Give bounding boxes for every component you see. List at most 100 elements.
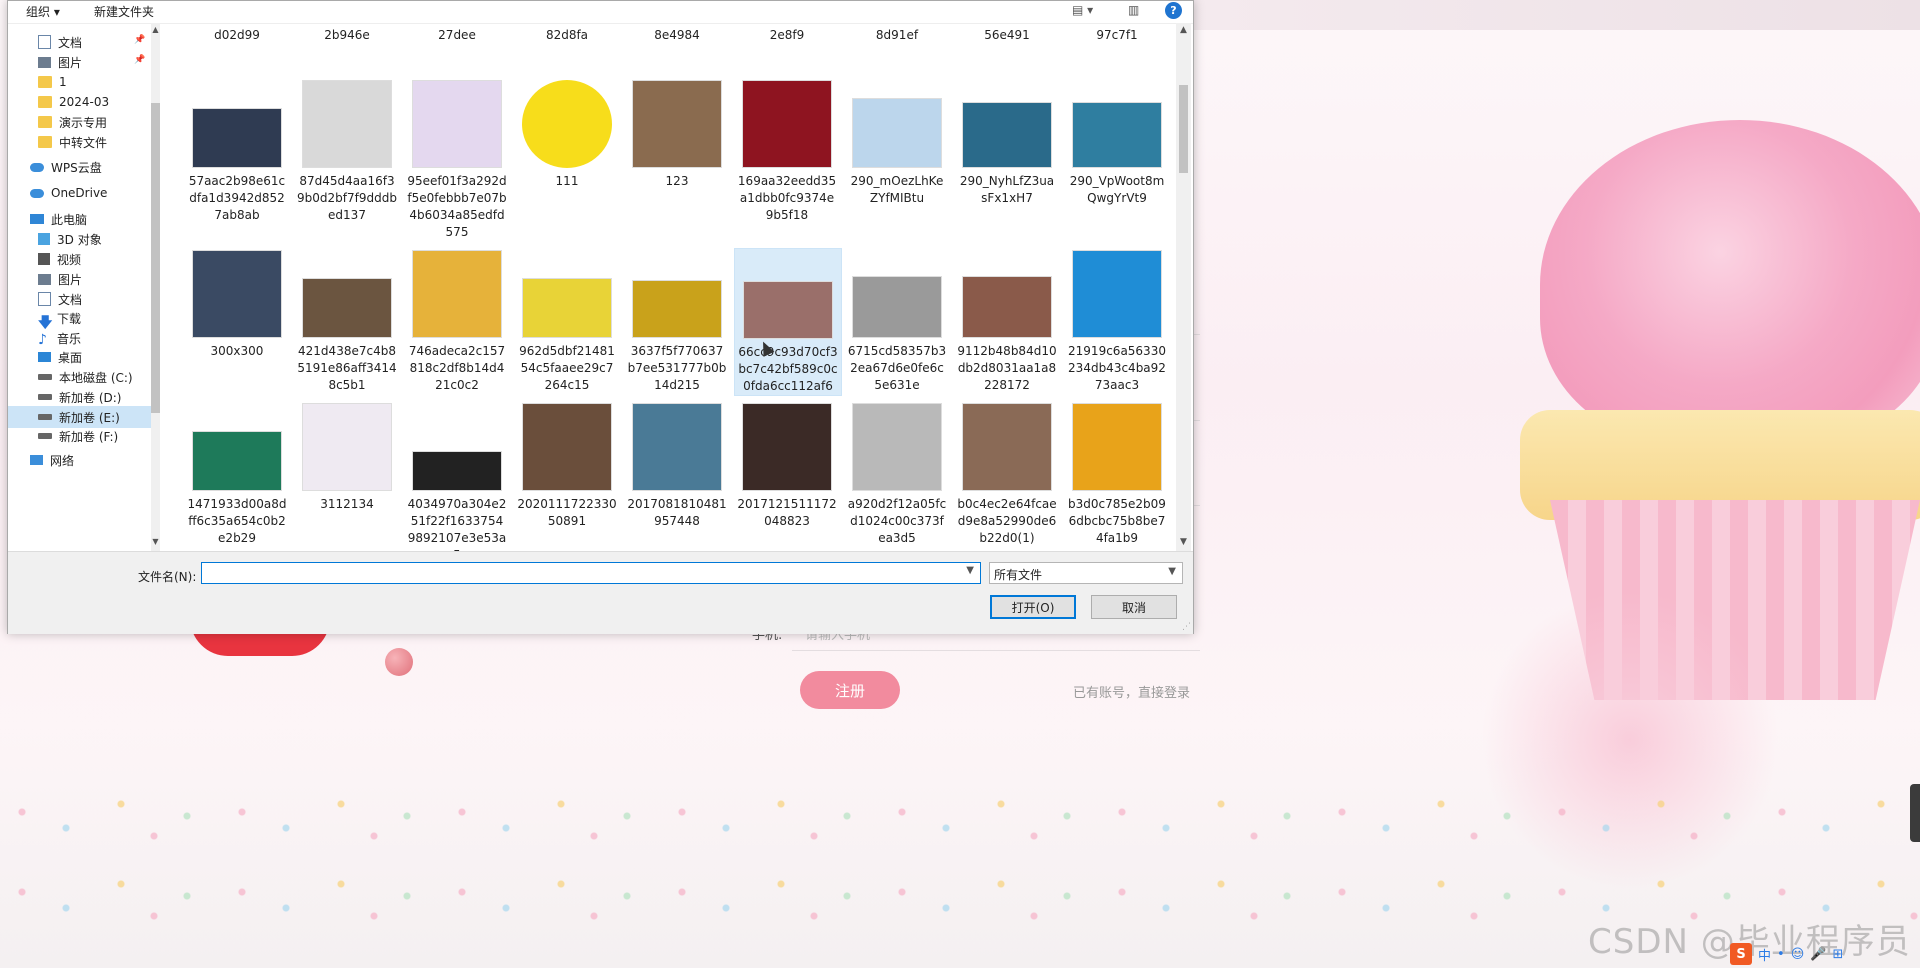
help-icon[interactable]: ? [1165,2,1182,19]
pin-icon[interactable]: 📌 [134,55,145,65]
cancel-button[interactable]: 取消 [1091,595,1177,619]
file-scroll-thumb[interactable] [1179,85,1188,173]
file-name: 421d438e7c4b85191e86aff34148c5b1 [297,344,397,392]
nav-scroll-thumb[interactable] [151,103,160,413]
file-thumbnail [632,248,722,338]
nav-item[interactable]: 中转文件 [38,131,107,153]
file-name: 300x300 [210,344,264,358]
nav-item[interactable]: 2024-03 [38,91,109,113]
nav-item[interactable]: 🡇 下载 [38,307,81,332]
nav-item-label: 网络 [50,453,75,468]
file-tile[interactable]: 21919c6a56330234db43c4ba9273aac3 [1064,248,1170,394]
image-preview [192,250,282,338]
nav-item[interactable]: 新加卷 (F:) [38,425,118,447]
image-preview [852,276,942,338]
file-tile[interactable]: 87d45d4aa16f39b0d2bf7f9dddbed137 [294,78,400,224]
nav-item[interactable]: 3D 对象 [38,228,102,250]
file-thumbnail [302,401,392,491]
file-tile[interactable]: 71abdfb2a47eb6a7d4ba6a567c82d8fa [514,23,620,44]
scroll-down-icon[interactable]: ▼ [151,537,160,546]
nav-item[interactable]: 图片 [38,268,82,290]
file-tile[interactable]: 9112b48b84d10db2d8031aa1a8228172 [954,248,1060,394]
scroll-up-icon[interactable]: ▲ [1176,25,1191,35]
emoji-icon[interactable]: ☺ [1791,947,1805,962]
file-tile[interactable]: 17b41224b9a70206f32552a39c8d91ef [844,23,950,44]
file-tile[interactable]: 66cc9c93d70cf3bc7c42bf589c0c0fda6cc112af… [734,248,842,396]
file-tile[interactable]: 746adeca2c157818c2df8b14d421c0c2 [404,248,510,394]
pin-icon[interactable]: 📌 [134,35,145,45]
file-thumbnail [522,248,612,338]
file-tile[interactable]: 300x300 [184,248,290,360]
image-preview [962,403,1052,491]
nav-item[interactable]: 本地磁盘 (C:) [38,366,133,388]
open-button[interactable]: 打开(O) [990,595,1076,619]
chevron-down-icon[interactable]: ▼ [1168,566,1176,577]
preview-pane-icon[interactable]: ▥ [1128,3,1139,17]
organize-button[interactable]: 组织 ▾ [26,3,60,20]
chevron-down-icon[interactable]: ▼ [966,565,974,576]
file-tile[interactable]: 290_VpWoot8mQwgYrVt9 [1064,78,1170,207]
nav-item[interactable]: 桌面 [38,346,82,368]
register-button[interactable]: 注册 [800,671,900,709]
cupcake-image [1480,120,1920,700]
view-options-icon[interactable]: ▤ ▾ [1072,3,1093,17]
sogou-ime-icon[interactable]: S [1730,943,1752,965]
file-tile[interactable]: 6aead15225c04f18349b44ff14827dee [404,23,510,44]
scroll-up-icon[interactable]: ▲ [151,25,160,34]
file-tile[interactable]: 2020111722330 50891 [514,401,620,530]
image-preview [742,403,832,491]
file-tile[interactable]: 5a7cbaa662134a736f4104edbad02d99 [184,23,290,44]
toolbox-icon[interactable]: ⊞ [1832,947,1843,962]
filename-input[interactable] [202,563,950,583]
file-tile[interactable]: 57aac2b98e61cdfa1d3942d8527ab8ab [184,78,290,224]
punctuation-icon[interactable]: • [1777,947,1785,962]
file-tile[interactable]: 290_mOezLhKeZYfMIBtu [844,78,950,207]
file-tile[interactable]: a920d2f12a05fcd1024c00c373fea3d5 [844,401,950,547]
file-tile[interactable]: 8f6646b70b946fa10dc5b6e89c8e4984 [624,23,730,44]
nav-item[interactable]: 1 [38,71,67,93]
file-tile[interactable]: 2017121511172048823 [734,401,840,530]
file-thumbnail [852,248,942,338]
nav-item[interactable]: 新加卷 (D:) [38,386,121,408]
file-name: 2017121511172048823 [737,497,837,528]
file-tile[interactable]: 15a1c5217b5c6c20ef65f9cd8812e8f9 [734,23,840,44]
login-link[interactable]: 已有账号，直接登录 [1073,682,1190,701]
file-tile[interactable]: 421d438e7c4b85191e86aff34148c5b1 [294,248,400,394]
nav-item[interactable]: 图片 [38,51,82,73]
file-tile[interactable]: 29a6e065910cd03b0be405ac3d97c7f1 [1064,23,1170,44]
file-type-select[interactable]: 所有文件 ▼ [989,562,1183,584]
file-tile[interactable]: 3637f5f770637b7ee531777b0b14d215 [624,248,730,394]
file-tile[interactable]: 95eef01f3a292df5e0febbb7e07b4b6034a85edf… [404,78,510,241]
nav-item[interactable]: 文档 [38,31,82,53]
red-ball-decoration [385,648,413,676]
voice-icon[interactable]: 🎤 [1810,947,1826,962]
file-tile[interactable]: 6a4f31861c63a8a85d9dd374d82b946e [294,23,400,44]
file-tile[interactable]: 962d5dbf2148154c5faaee29c7264c15 [514,248,620,394]
file-tile[interactable]: 169aa32eedd35a1dbb0fc9374e9b5f18 [734,78,840,224]
file-scrollbar[interactable]: ▲ ▼ [1176,23,1191,551]
nav-item[interactable]: 此电脑 [30,208,87,230]
new-folder-button[interactable]: 新建文件夹 [94,3,154,20]
file-tile[interactable]: 1471933d00a8dff6c35a654c0b2e2b29 [184,401,290,547]
ime-mode-icon[interactable]: 中 [1758,945,1771,964]
file-tile[interactable]: b3d0c785e2b096dbcbc75b8be74fa1b9 [1064,401,1170,547]
file-tile[interactable]: 123 [624,78,730,190]
file-tile[interactable]: 111 [514,78,620,190]
nav-item[interactable]: OneDrive [30,182,107,204]
file-tile[interactable]: 2017081810481957448 [624,401,730,530]
file-tile[interactable]: 6715cd58357b32ea67d6e0fe6c5e631e [844,248,950,394]
file-tile[interactable]: 4034970a304e251f22f16337549892107e3e53a5 [404,401,510,551]
file-tile[interactable]: 26c57ef07ca52bdbbbb9e6449256e491 [954,23,1060,44]
file-tile[interactable]: 290_NyhLfZ3uasFx1xH7 [954,78,1060,207]
file-tile[interactable]: b0c4ec2e64fcaed9e8a52990de6b22d0(1) [954,401,1060,547]
nav-item[interactable]: WPS云盘 [30,156,102,178]
nav-item[interactable]: 演示专用 [38,111,107,133]
nav-item[interactable]: 网络 [30,449,74,471]
nav-item[interactable]: 视频 [38,248,81,270]
filename-field[interactable]: ▼ [201,562,981,584]
file-tile[interactable]: 3112134 [294,401,400,513]
resize-grip-icon[interactable]: ⋰ [1182,622,1191,632]
side-panel-tab[interactable] [1910,784,1920,842]
nav-scrollbar[interactable]: ▲ ▼ [151,23,160,551]
scroll-down-icon[interactable]: ▼ [1176,537,1191,547]
